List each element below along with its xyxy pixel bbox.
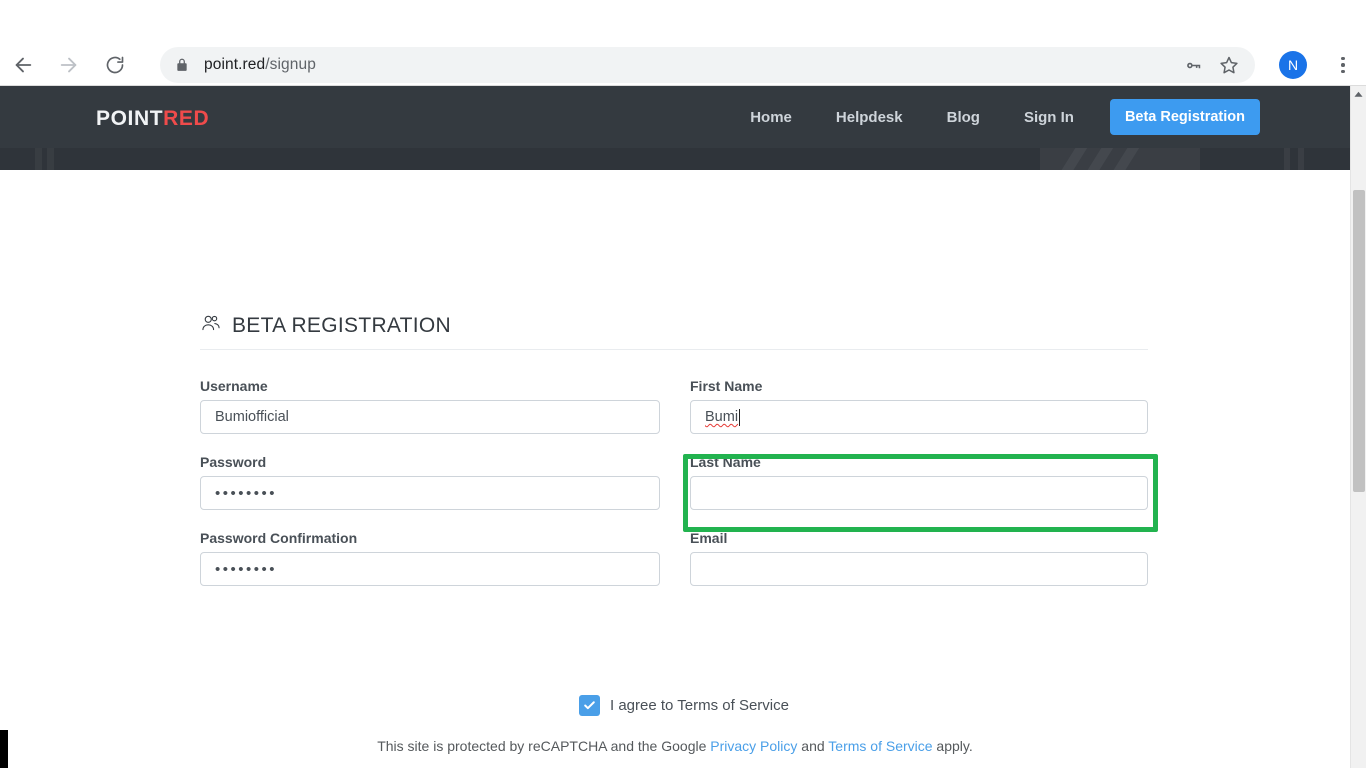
reload-icon	[105, 55, 125, 75]
first-name-value: Bumi	[705, 409, 739, 425]
password-input[interactable]: ••••••••	[200, 476, 660, 510]
hero-stripe-group-right	[1270, 148, 1350, 170]
key-icon[interactable]	[1175, 47, 1211, 83]
recaptcha-text-after: apply.	[932, 738, 973, 754]
address-bar[interactable]: point.red/signup	[160, 47, 1255, 83]
forward-button[interactable]	[46, 42, 92, 88]
email-label: Email	[690, 530, 728, 546]
password-confirmation-input[interactable]: ••••••••	[200, 552, 660, 586]
recaptcha-disclaimer: This site is protected by reCAPTCHA and …	[0, 738, 1350, 754]
back-button[interactable]	[0, 42, 46, 88]
page-title-text: BETA REGISTRATION	[232, 313, 452, 337]
nav-item-helpdesk[interactable]: Helpdesk	[814, 109, 925, 126]
agree-checkbox-label: I agree to Terms of Service	[610, 697, 789, 714]
logo-text-point: POINT	[96, 107, 164, 130]
url-text: point.red/signup	[204, 56, 316, 74]
forward-arrow-icon	[58, 54, 80, 76]
hero-banner-strip	[0, 148, 1350, 170]
page-scrollbar[interactable]	[1350, 86, 1366, 768]
nav-item-blog[interactable]: Blog	[925, 109, 1002, 126]
password-confirmation-label: Password Confirmation	[200, 530, 358, 546]
browser-chrome: point.red/signup N	[0, 0, 1366, 86]
privacy-policy-link[interactable]: Privacy Policy	[710, 738, 797, 754]
reload-button[interactable]	[92, 42, 138, 88]
lock-icon	[160, 57, 204, 73]
last-name-label: Last Name	[690, 454, 761, 470]
agree-checkbox[interactable]	[579, 695, 600, 716]
site-logo[interactable]: POINTRED	[96, 107, 209, 131]
username-label: Username	[200, 378, 268, 394]
terms-of-service-link[interactable]: Terms of Service	[828, 738, 932, 754]
recaptcha-text-middle: and	[797, 738, 829, 754]
nav-item-sign-in[interactable]: Sign In	[1002, 109, 1096, 126]
star-icon[interactable]	[1211, 47, 1247, 83]
first-name-input[interactable]: Bumi	[690, 400, 1148, 434]
omnibox-actions	[1175, 47, 1255, 83]
nav-item-home[interactable]: Home	[728, 109, 814, 126]
three-dot-menu-icon	[1341, 56, 1345, 61]
text-cursor	[739, 408, 741, 426]
menu-dot-2	[1341, 63, 1345, 67]
hero-stripe-3	[1106, 148, 1148, 170]
scroll-up-arrow-icon[interactable]	[1351, 86, 1366, 103]
back-arrow-icon	[12, 54, 34, 76]
users-group-icon	[200, 312, 222, 339]
screen-edge-marker	[0, 730, 8, 768]
logo-text-red: RED	[163, 107, 210, 130]
terms-agreement-row: I agree to Terms of Service	[579, 695, 789, 716]
profile-avatar[interactable]: N	[1279, 51, 1307, 79]
last-name-input[interactable]	[690, 476, 1148, 510]
avatar-initial: N	[1287, 57, 1299, 73]
url-path: /signup	[265, 56, 316, 73]
password-label: Password	[200, 454, 267, 470]
beta-registration-button[interactable]: Beta Registration	[1109, 99, 1260, 135]
page-title: BETA REGISTRATION	[200, 312, 451, 339]
url-domain: point.red	[204, 56, 266, 73]
email-input[interactable]	[690, 552, 1148, 586]
site-navbar: POINTRED Home Helpdesk Blog Sign In Beta…	[0, 86, 1350, 148]
scrollbar-thumb[interactable]	[1353, 190, 1365, 492]
recaptcha-text-before: This site is protected by reCAPTCHA and …	[377, 738, 711, 754]
username-input[interactable]: Bumiofficial	[200, 400, 660, 434]
first-name-label: First Name	[690, 378, 763, 394]
browser-menu-button[interactable]	[1328, 50, 1358, 80]
page-viewport: POINTRED Home Helpdesk Blog Sign In Beta…	[0, 86, 1350, 768]
menu-dot-3	[1341, 69, 1345, 74]
heading-divider	[200, 349, 1148, 350]
site-nav-links: Home Helpdesk Blog Sign In Beta Registra…	[728, 86, 1260, 148]
browser-nav-buttons	[0, 42, 138, 88]
